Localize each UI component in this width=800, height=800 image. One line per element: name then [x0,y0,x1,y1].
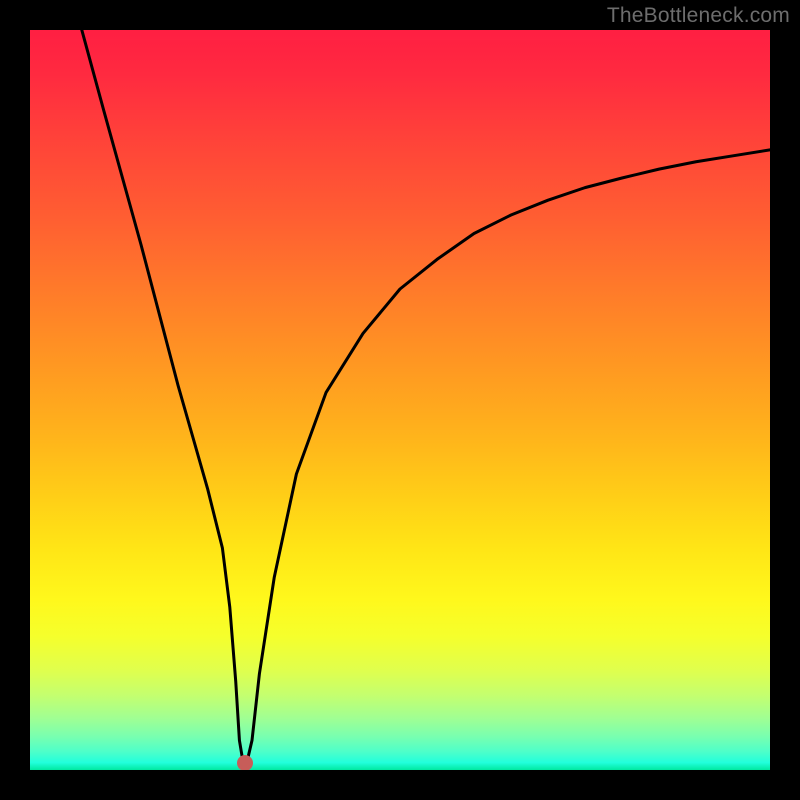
watermark-text: TheBottleneck.com [607,4,790,28]
plot-area [30,30,770,770]
chart-frame: TheBottleneck.com [0,0,800,800]
optimum-marker [237,755,253,770]
bottleneck-curve [30,30,770,770]
